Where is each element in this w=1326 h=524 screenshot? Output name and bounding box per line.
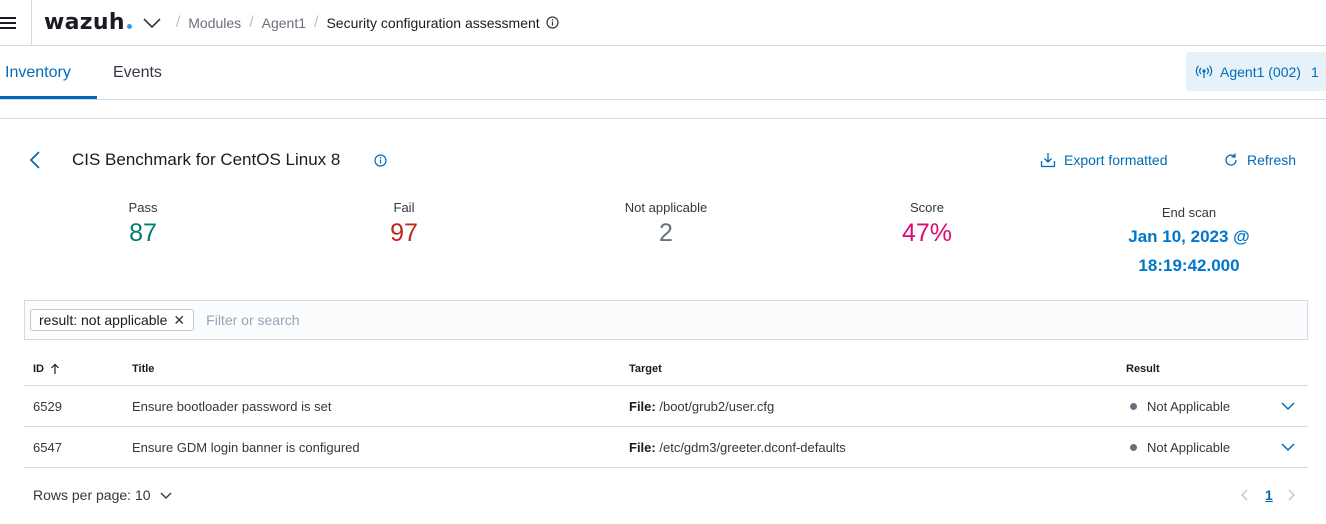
filter-chip[interactable]: result: not applicable ✕ xyxy=(30,309,195,331)
pagination: 1 xyxy=(1240,487,1296,503)
row-divider xyxy=(24,426,1308,427)
column-header-title[interactable]: Title xyxy=(132,363,154,375)
back-arrow-icon[interactable] xyxy=(29,150,41,170)
chevron-down-icon[interactable] xyxy=(1280,442,1296,452)
breadcrumb-current: Security configuration assessment xyxy=(326,14,540,31)
stat-end-scan-label: End scan xyxy=(1161,205,1217,220)
end-scan-date: Jan 10, 2023 @ xyxy=(1128,227,1250,246)
column-header-result[interactable]: Result xyxy=(1126,363,1160,375)
top-header: wazuh / Modules / Agent1 / Security conf… xyxy=(0,0,1326,46)
tab-inventory[interactable]: Inventory xyxy=(5,46,71,100)
page-1-button[interactable]: 1 xyxy=(1265,487,1273,503)
rows-per-page-button[interactable]: Rows per page: 10 xyxy=(33,487,173,503)
row-2-title: Ensure GDM login banner is configured xyxy=(132,440,360,455)
row-2-target: File: /etc/gdm3/greeter.dconf-defaults xyxy=(629,440,846,455)
policy-title: CIS Benchmark for CentOS Linux 8 xyxy=(72,150,341,169)
filter-chip-label: result: not applicable xyxy=(39,312,168,328)
refresh-button[interactable]: Refresh xyxy=(1223,152,1296,168)
row-2-id: 6547 xyxy=(33,440,62,455)
agent-selector-label: Agent1 (002) xyxy=(1220,63,1301,80)
search-bar: result: not applicable ✕ xyxy=(24,300,1308,340)
column-header-id[interactable]: ID xyxy=(33,363,60,375)
row-1-result: Not Applicable xyxy=(1130,399,1230,414)
row-1-title: Ensure bootloader password is set xyxy=(132,399,332,414)
stat-pass-value: 87 xyxy=(129,219,157,247)
stat-na-label: Not applicable xyxy=(624,200,708,215)
stat-score-value: 47% xyxy=(901,219,953,247)
row-1-target: File: /boot/grub2/user.cfg xyxy=(629,399,775,414)
antenna-icon xyxy=(1195,65,1213,78)
stat-fail-label: Fail xyxy=(393,200,415,215)
stat-not-applicable: Not applicable 2 xyxy=(606,200,726,248)
hamburger-icon xyxy=(0,16,16,29)
refresh-label: Refresh xyxy=(1247,152,1297,168)
breadcrumb-modules[interactable]: Modules xyxy=(188,15,241,31)
column-header-target[interactable]: Target xyxy=(629,363,662,375)
chevron-down-icon[interactable] xyxy=(142,17,162,29)
row-divider xyxy=(24,467,1308,468)
agent-selector-extra: 1 xyxy=(1310,63,1319,80)
chevron-down-icon xyxy=(160,492,172,499)
stat-fail: Fail 97 xyxy=(354,200,454,248)
rows-per-page-label: Rows per page: 10 xyxy=(33,487,151,503)
sort-ascending-icon xyxy=(51,363,59,374)
search-input[interactable] xyxy=(206,312,1107,328)
export-formatted-button[interactable]: Export formatted xyxy=(1040,152,1168,168)
status-dot xyxy=(1130,403,1137,410)
status-dot xyxy=(1130,444,1137,451)
breadcrumb: / Modules / Agent1 / Security configurat… xyxy=(168,14,559,32)
breadcrumb-agent[interactable]: Agent1 xyxy=(262,15,306,31)
logo-dot xyxy=(126,24,132,29)
logo-text: wazuh xyxy=(44,10,125,35)
panel-border xyxy=(0,118,1326,119)
refresh-icon xyxy=(1225,153,1237,166)
stat-na-value: 2 xyxy=(659,219,673,247)
hamburger-menu-button[interactable] xyxy=(0,0,30,46)
header-divider xyxy=(31,0,32,46)
stat-score: Score 47% xyxy=(877,200,977,248)
active-tab-underline xyxy=(0,96,97,99)
row-1-id: 6529 xyxy=(33,399,62,414)
chevron-down-icon[interactable] xyxy=(1280,401,1296,411)
stat-pass-label: Pass xyxy=(128,200,158,215)
end-scan-time: 18:19:42.000 xyxy=(1138,256,1240,275)
stat-pass: Pass 87 xyxy=(93,200,193,248)
wazuh-logo[interactable]: wazuh xyxy=(44,10,132,35)
agent-selector-button[interactable]: Agent1 (002) 1 xyxy=(1186,52,1326,91)
download-icon xyxy=(1040,153,1056,168)
stat-end-scan-value: Jan 10, 2023 @ 18:19:42.000 xyxy=(1110,222,1268,280)
tab-bar: Inventory Events xyxy=(0,46,1326,100)
stat-fail-value: 97 xyxy=(390,219,418,247)
row-2-result: Not Applicable xyxy=(1130,440,1230,455)
table-header-divider xyxy=(24,385,1308,386)
stat-end-scan: End scan Jan 10, 2023 @ 18:19:42.000 xyxy=(1110,205,1268,280)
info-icon[interactable] xyxy=(374,154,387,167)
info-icon[interactable] xyxy=(546,16,559,29)
tab-events[interactable]: Events xyxy=(113,46,162,100)
chevron-right-icon[interactable] xyxy=(1287,488,1296,502)
stat-score-label: Score xyxy=(910,200,944,215)
chevron-left-icon[interactable] xyxy=(1240,488,1249,502)
close-icon[interactable]: ✕ xyxy=(173,312,185,329)
export-formatted-label: Export formatted xyxy=(1064,152,1168,168)
